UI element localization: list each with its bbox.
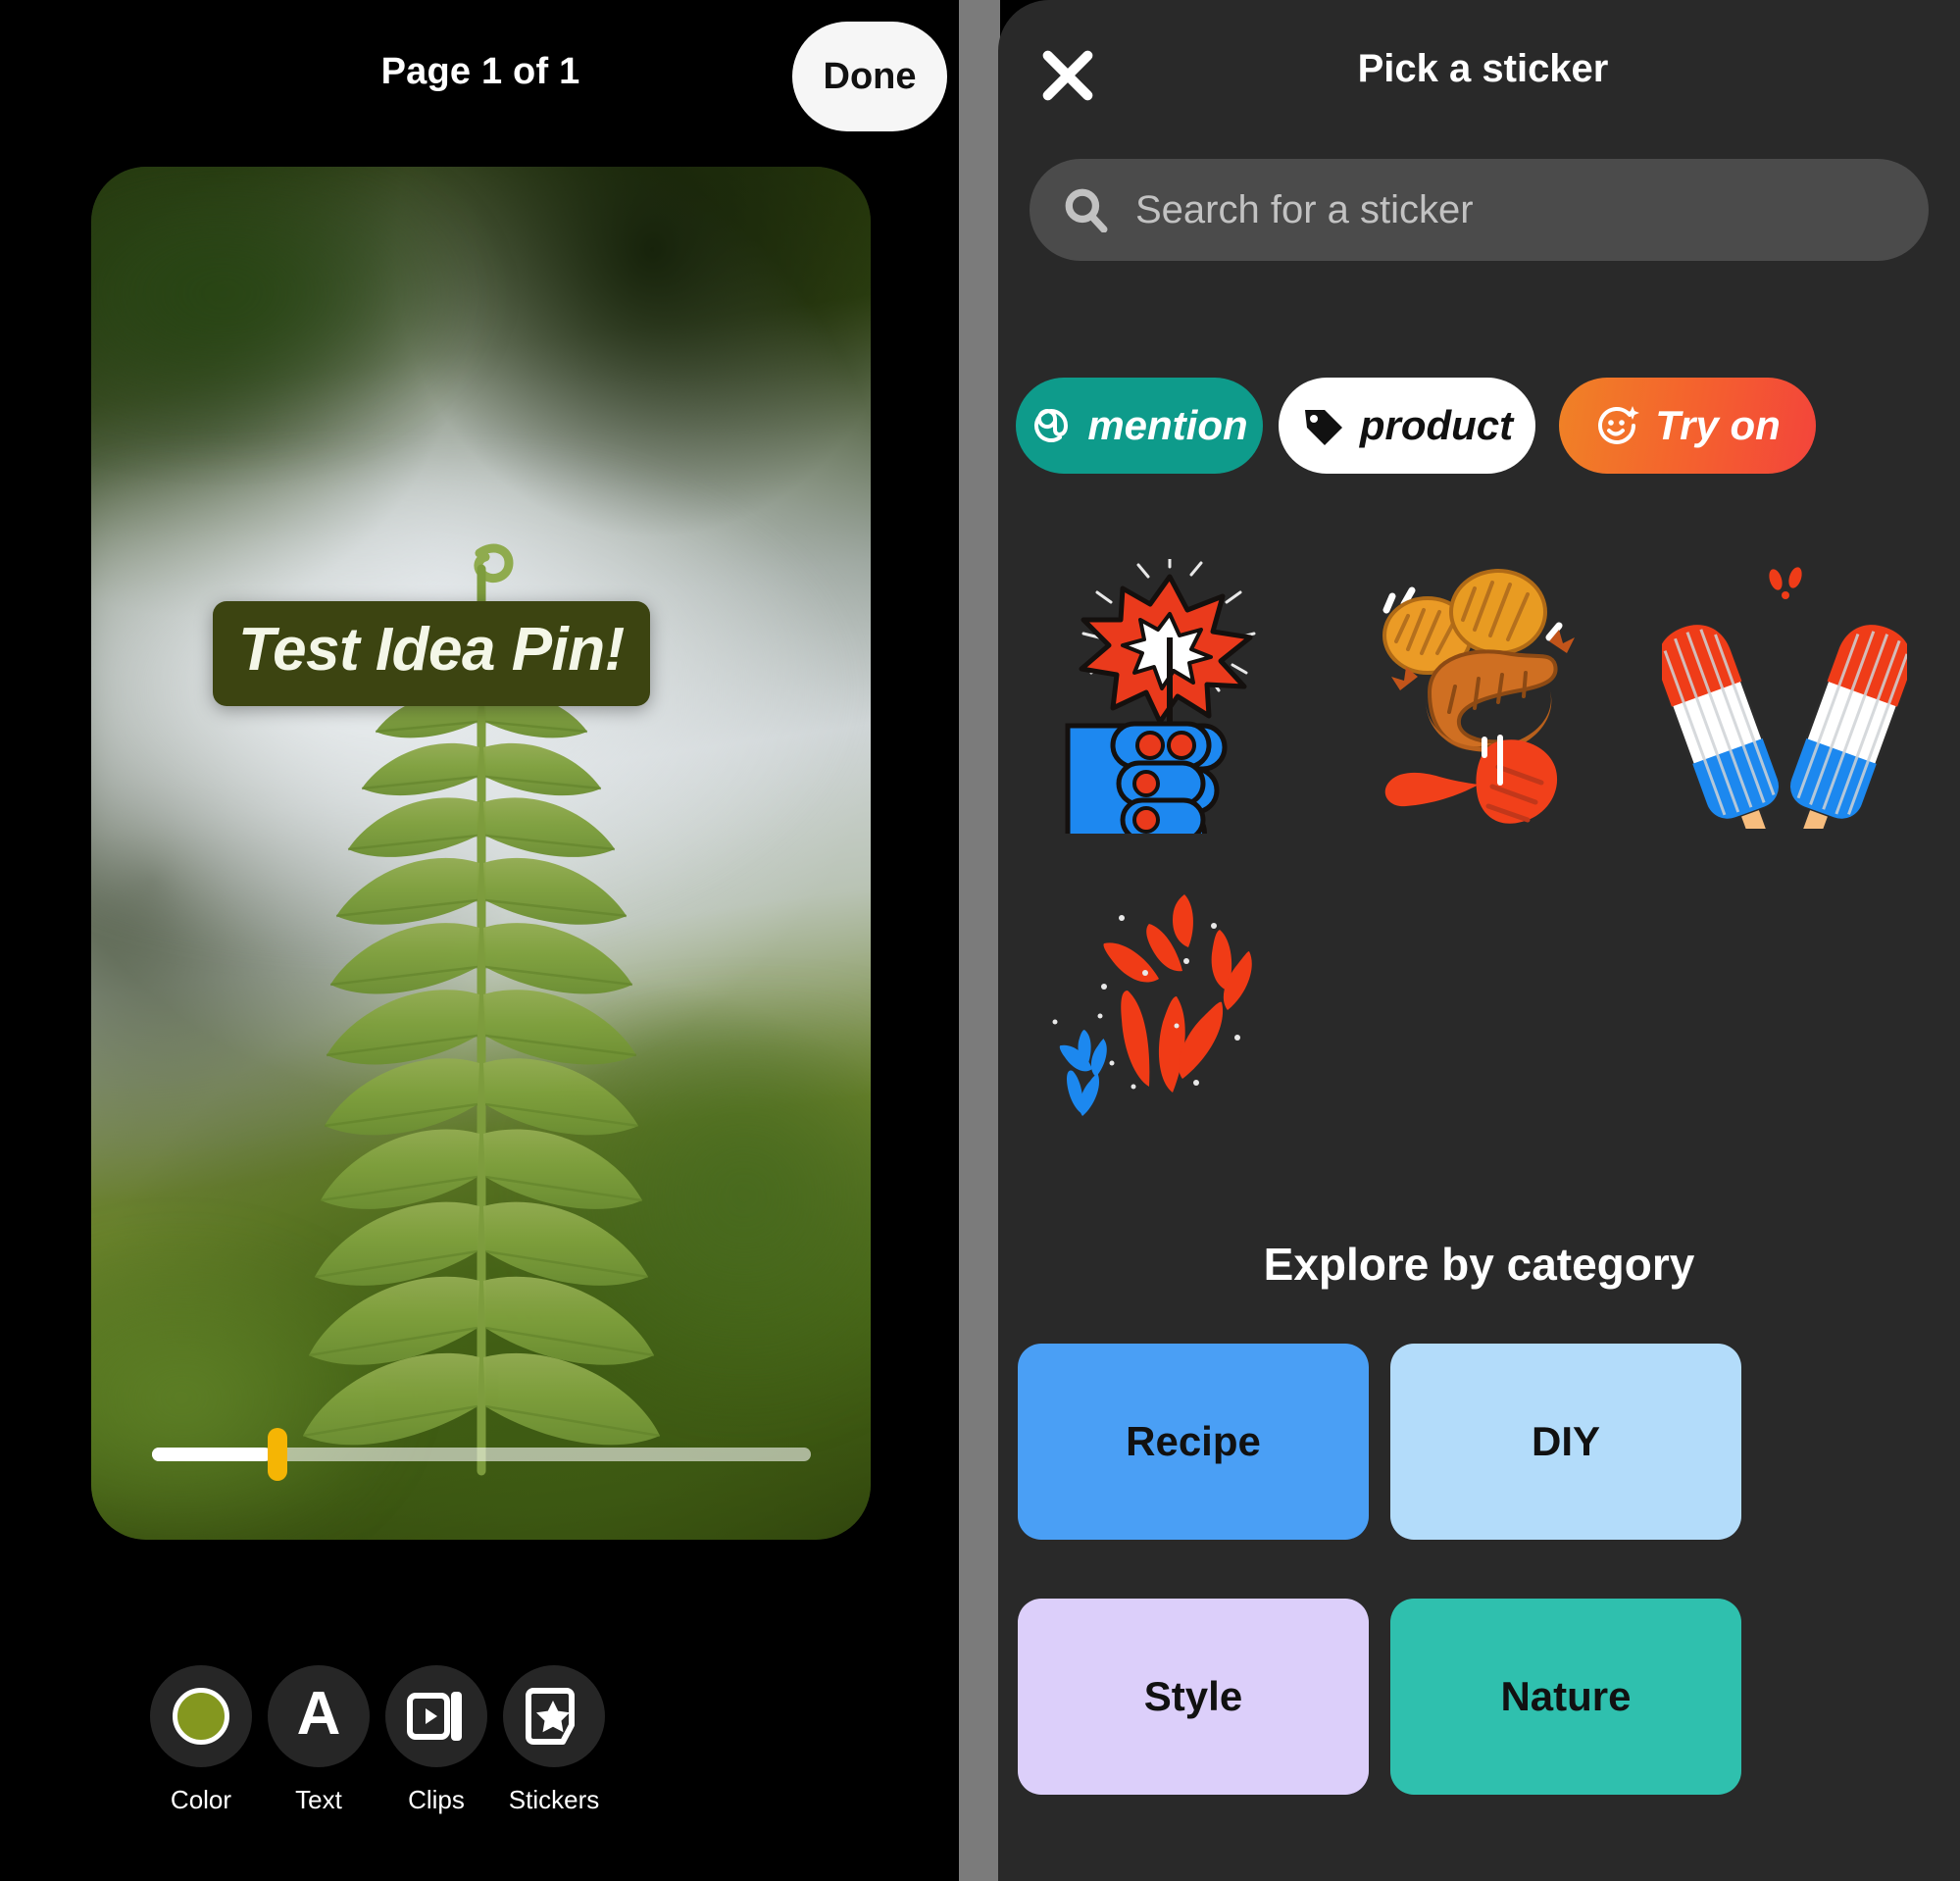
tool-color-circle[interactable] <box>150 1665 252 1767</box>
text-overlay-sticker[interactable]: Test Idea Pin! <box>213 601 650 706</box>
photo-blur-top-left <box>91 167 483 441</box>
pill-mention-label: mention <box>1087 402 1248 448</box>
done-button[interactable]: Done <box>792 22 947 131</box>
picker-title: Pick a sticker <box>1357 47 1609 90</box>
tool-text-circle[interactable]: A <box>268 1665 370 1767</box>
scrubber-fill <box>152 1448 271 1461</box>
category-tile-nature-label: Nature <box>1500 1673 1632 1719</box>
category-tile-recipe[interactable]: Recipe <box>1018 1344 1369 1540</box>
sticker-picker-sheet: Pick a sticker mention product <box>998 0 1960 1881</box>
sticker-bbq-grill[interactable] <box>1329 549 1623 843</box>
sticker-quick-pills: mention product Try on <box>998 378 1960 493</box>
pill-try-on-label: Try on <box>1655 402 1781 448</box>
price-tag-icon <box>1304 410 1342 445</box>
pill-product-label: product <box>1359 402 1514 448</box>
pill-product[interactable]: product <box>1279 378 1535 474</box>
category-tile-style-label: Style <box>1143 1673 1243 1719</box>
bbq-spatula-sausage-sticker <box>1382 569 1575 824</box>
sticker-sparkler-in-hand[interactable] <box>1020 549 1314 843</box>
screen-root: Page 1 of 1 Done Test Idea Pin! Color A … <box>0 0 1960 1881</box>
explore-by-category-title: Explore by category <box>1263 1239 1695 1290</box>
pin-preview-card[interactable]: Test Idea Pin! <box>91 167 871 1540</box>
clip-scrubber[interactable] <box>152 1428 811 1481</box>
search-icon <box>1065 188 1108 232</box>
sticker-fireworks[interactable] <box>1020 853 1314 1147</box>
panel-divider <box>959 0 1000 1881</box>
editor-top-bar: Page 1 of 1 Done <box>0 0 961 147</box>
tool-clips-circle[interactable] <box>385 1665 487 1767</box>
clips-icon <box>407 1692 462 1741</box>
editor-toolbar: Color A Text Clips Stickers <box>0 1636 961 1881</box>
picker-header: Pick a sticker <box>998 0 1960 147</box>
smiley-sparkle-icon <box>1598 406 1640 444</box>
category-tile-recipe-label: Recipe <box>1126 1418 1261 1464</box>
category-tile-diy-label: DIY <box>1531 1418 1600 1464</box>
category-tile-diy[interactable]: DIY <box>1390 1344 1741 1540</box>
at-sign-icon <box>1034 409 1069 442</box>
color-swatch-icon <box>173 1688 229 1745</box>
red-white-blue-popsicles-sticker <box>1662 567 1907 829</box>
fireworks-sticker <box>1052 894 1252 1116</box>
pill-try-on[interactable]: Try on <box>1559 378 1816 474</box>
category-tile-nature[interactable]: Nature <box>1390 1599 1741 1795</box>
scrubber-playhead-handle[interactable] <box>268 1428 288 1481</box>
sparkler-in-hand-sticker <box>1065 559 1256 834</box>
sticker-star-icon <box>526 1688 575 1745</box>
category-tile-style[interactable]: Style <box>1018 1599 1369 1795</box>
pill-mention[interactable]: mention <box>1016 378 1263 474</box>
sticker-search-bar[interactable] <box>1030 159 1929 261</box>
sticker-popsicles[interactable] <box>1637 549 1932 843</box>
tool-stickers-circle[interactable] <box>503 1665 605 1767</box>
tool-stickers[interactable]: Stickers <box>476 1665 632 1815</box>
tool-stickers-label: Stickers <box>508 1785 600 1814</box>
letter-a-icon: A <box>296 1680 341 1748</box>
idea-pin-editor: Page 1 of 1 Done Test Idea Pin! Color A … <box>0 0 961 1881</box>
search-input[interactable] <box>1135 187 1929 232</box>
